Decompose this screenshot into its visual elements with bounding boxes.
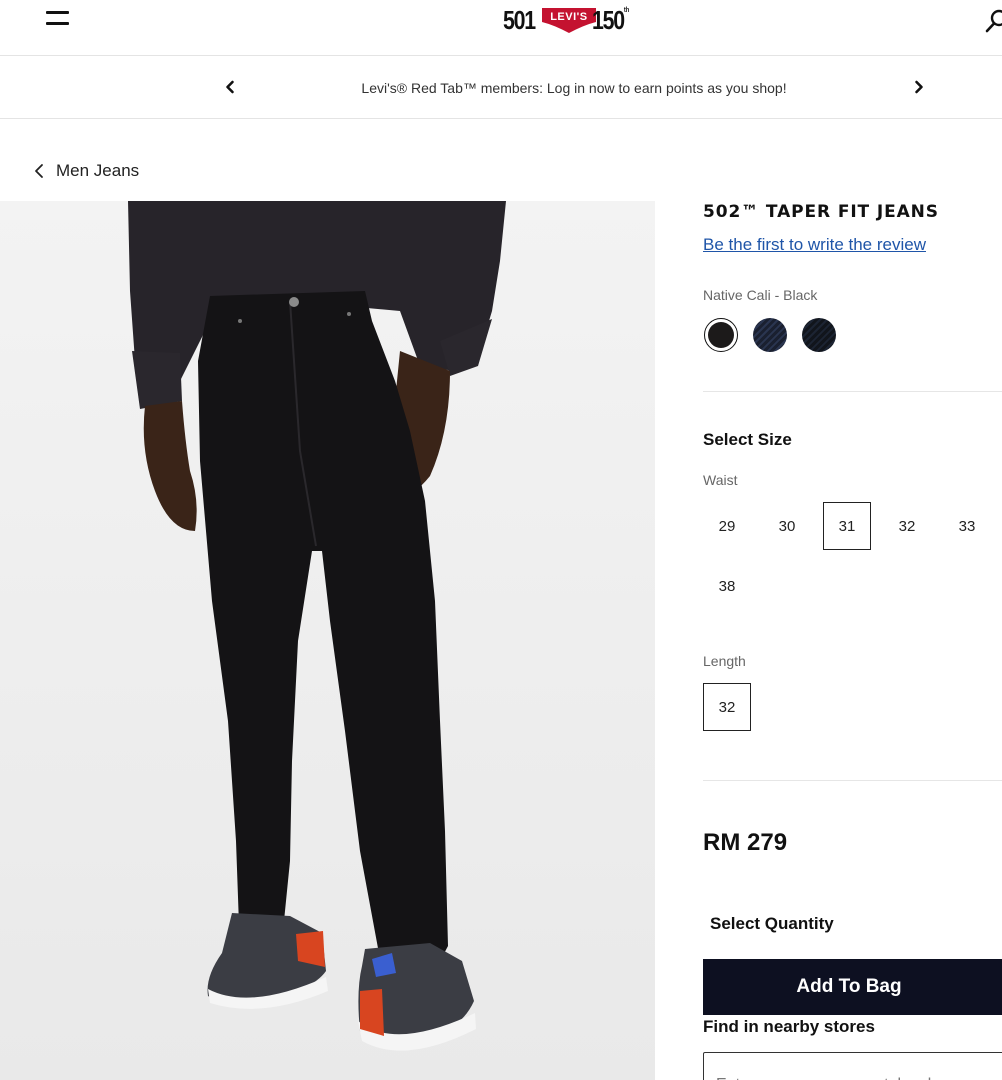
logo-150: 150th [591,4,630,35]
product-image[interactable] [0,201,655,1080]
search-icon[interactable] [984,8,1002,34]
write-review-link[interactable]: Be the first to write the review [703,235,926,255]
chevron-left-icon[interactable] [219,76,241,98]
waist-size-31[interactable]: 31 [823,502,871,550]
select-quantity-label: Select Quantity [710,914,834,933]
levis-501-150-logo[interactable]: 501 LEVI'S 150th [503,4,637,36]
breadcrumb[interactable]: Men Jeans [32,159,139,183]
store-search-input[interactable] [703,1052,1002,1080]
promo-text[interactable]: Levi's® Red Tab™ members: Log in now to … [280,80,868,96]
divider [703,780,1002,781]
find-nearby-stores-label: Find in nearby stores [703,1017,875,1036]
divider [703,391,1002,392]
hamburger-icon[interactable] [40,8,76,32]
color-name: Native Cali - Black [703,287,818,303]
select-size-heading: Select Size [703,430,792,449]
logo-501: 501 [503,4,536,35]
add-to-bag-button[interactable]: Add To Bag [703,959,1002,1015]
waist-size-32[interactable]: 32 [883,502,931,550]
waist-size-38[interactable]: 38 [703,562,751,610]
waist-size-30[interactable]: 30 [763,502,811,550]
chevron-right-icon[interactable] [908,76,930,98]
waist-size-29[interactable]: 29 [703,502,751,550]
model-jeans-illustration [0,201,655,1080]
waist-size-33[interactable]: 33 [943,502,991,550]
waist-label: Waist [703,472,738,488]
color-swatch-native-cali-black[interactable] [704,318,738,352]
levis-batwing-icon: LEVI'S [540,6,598,34]
product-title: 502™ TAPER FIT JEANS [703,202,939,222]
chevron-left-icon [32,162,46,180]
color-swatch-navy[interactable] [753,318,787,352]
length-label: Length [703,653,746,669]
breadcrumb-label: Men Jeans [56,161,140,180]
product-price: RM 279 [703,829,788,856]
length-size-32[interactable]: 32 [703,683,751,731]
promo-banner: Levi's® Red Tab™ members: Log in now to … [0,57,1002,119]
color-swatch-dark-navy[interactable] [802,318,836,352]
logo-badge-text: LEVI'S [550,11,588,23]
site-header: 501 LEVI'S 150th [0,0,1002,56]
